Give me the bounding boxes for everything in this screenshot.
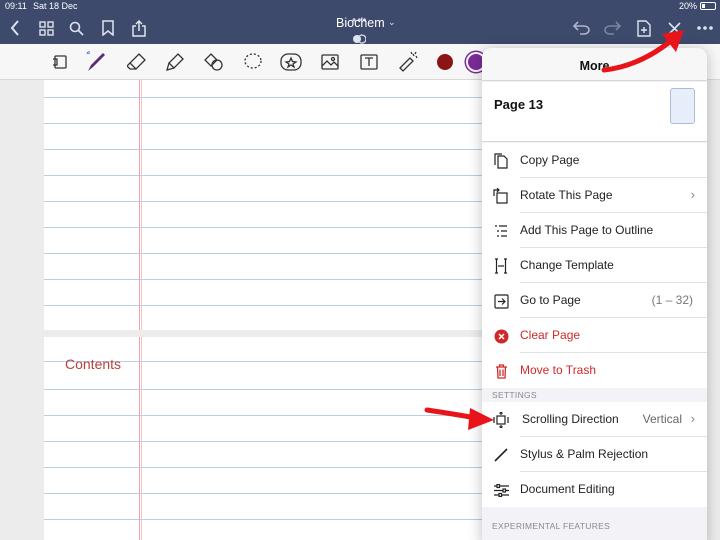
chevron-down-icon[interactable]: ⌄ [388,17,396,28]
pen-icon[interactable] [84,50,108,74]
stylus-icon [492,446,510,464]
share-icon[interactable] [128,17,150,39]
annotation-arrow-scrolling [424,407,494,430]
battery-indicator: 20% [679,1,716,11]
status-date: Sat 18 Dec [33,1,78,11]
status-time: 09:11 [5,1,27,11]
clear-page-item[interactable]: Clear Page [482,318,707,353]
settings-list: Scrolling Direction Vertical › Stylus & … [482,402,707,507]
notebook-page[interactable]: Contents [44,337,484,540]
bookmark-icon[interactable] [97,17,119,39]
lasso-icon[interactable] [241,50,265,74]
template-icon [492,257,510,275]
stylus-palm-rejection-label: Stylus & Palm Rejection [520,447,649,461]
experimental-section-header: EXPERIMENTAL FEATURES [492,521,611,531]
document-editing-label: Document Editing [520,482,615,496]
move-to-trash-label: Move to Trash [520,363,597,377]
page-range: (1 – 32) [651,293,693,307]
document-title[interactable]: Biochem [336,16,385,30]
add-to-outline-label: Add This Page to Outline [520,223,654,237]
laser-pointer-icon[interactable] [396,50,420,74]
page-view-icon[interactable] [48,50,72,74]
scrolling-direction-label: Scrolling Direction [522,412,619,426]
more-menu-popover: More Page 13 Copy Page Rotate This Page … [482,48,707,540]
add-to-outline-item[interactable]: Add This Page to Outline [482,213,707,248]
sticker-icon[interactable] [279,50,303,74]
copy-page-icon [492,152,510,170]
back-icon[interactable] [4,17,26,39]
contents-heading: Contents [65,356,122,372]
image-icon[interactable] [318,50,342,74]
go-to-page-item[interactable]: Go to Page (1 – 32) [482,283,707,318]
outline-icon [492,222,510,240]
copy-page-label: Copy Page [520,153,580,167]
battery-icon [700,2,716,10]
margin-line [141,80,142,330]
rotate-page-icon [492,187,510,205]
shapes-icon[interactable] [202,50,226,74]
text-icon[interactable] [357,50,381,74]
page-name: Page 13 [494,97,544,112]
collaboration-icon[interactable] [352,31,367,44]
margin-line [141,337,142,540]
status-bar: 09:11 Sat 18 Dec 20% [0,0,720,13]
highlighter-icon[interactable] [163,50,187,74]
trash-icon [492,362,510,380]
search-icon[interactable] [65,17,87,39]
annotation-arrow-more [601,30,684,73]
stylus-palm-rejection-item[interactable]: Stylus & Palm Rejection [482,437,707,472]
copy-page-item[interactable]: Copy Page [482,143,707,178]
clear-icon [492,327,510,345]
page-thumbnail [670,88,695,124]
go-to-page-label: Go to Page [520,293,581,307]
undo-icon[interactable] [570,17,592,39]
grid-icon[interactable] [35,17,57,39]
go-to-page-icon [492,292,510,310]
chevron-right-icon: › [690,187,695,202]
actions-list: Copy Page Rotate This Page › Add This Pa… [482,143,707,388]
margin-line [139,337,140,540]
clear-page-label: Clear Page [520,328,581,342]
notebook-page[interactable] [44,80,484,330]
change-template-item[interactable]: Change Template [482,248,707,283]
page-info: Page 13 [482,82,707,142]
scrolling-direction-value: Vertical [642,412,682,426]
rotate-page-item[interactable]: Rotate This Page › [482,178,707,213]
scrolling-direction-item[interactable]: Scrolling Direction Vertical › [482,402,707,437]
sliders-icon [492,481,510,499]
chevron-right-icon: › [690,411,695,426]
eraser-icon[interactable] [125,50,149,74]
battery-percent: 20% [678,1,697,11]
settings-section-header: SETTINGS [492,390,537,400]
document-editing-item[interactable]: Document Editing [482,472,707,507]
margin-line [139,80,140,330]
color-swatch-red[interactable] [437,54,453,70]
move-to-trash-item[interactable]: Move to Trash [482,353,707,388]
more-icon[interactable] [694,17,716,39]
change-template-label: Change Template [520,258,614,272]
rotate-page-label: Rotate This Page [520,188,613,202]
